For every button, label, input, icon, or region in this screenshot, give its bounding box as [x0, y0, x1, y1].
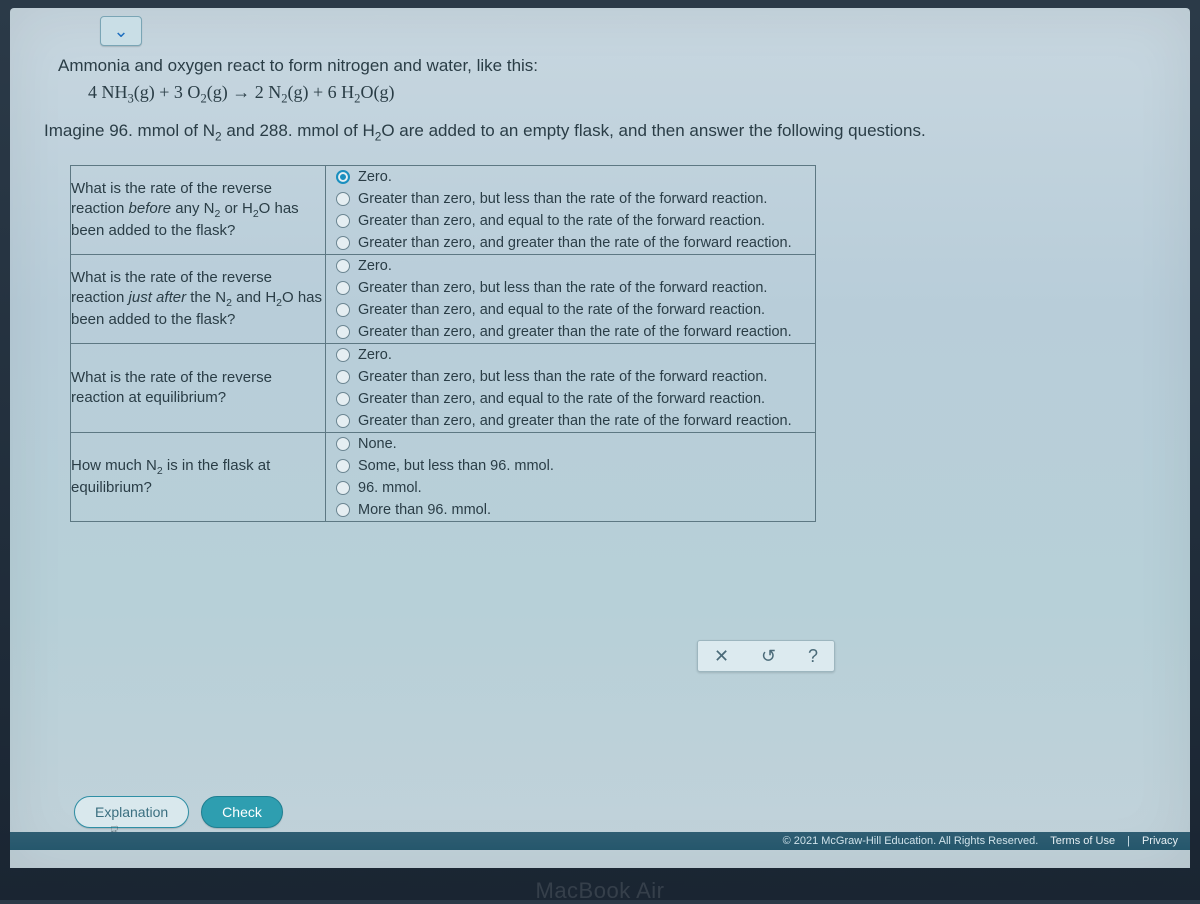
- quiz-screen: ⌄ Ammonia and oxygen react to form nitro…: [10, 8, 1190, 868]
- footer-bar: © 2021 McGraw-Hill Education. All Rights…: [10, 832, 1190, 850]
- option-row[interactable]: Greater than zero, but less than the rat…: [326, 277, 815, 299]
- option-label: Greater than zero, but less than the rat…: [358, 369, 767, 385]
- option-row[interactable]: Greater than zero, and equal to the rate…: [326, 388, 815, 410]
- device-label: MacBook Air: [0, 878, 1200, 904]
- option-row[interactable]: Zero.: [326, 255, 815, 277]
- help-icon[interactable]: ?: [808, 646, 818, 667]
- radio-icon[interactable]: [336, 503, 350, 517]
- utility-bar: ✕ ↺ ?: [697, 640, 835, 672]
- option-row[interactable]: Greater than zero, and equal to the rate…: [326, 210, 815, 232]
- reset-icon[interactable]: ↺: [761, 646, 776, 667]
- privacy-link[interactable]: Privacy: [1142, 835, 1178, 847]
- radio-icon[interactable]: [336, 481, 350, 495]
- table-row: How much N2 is in the flask at equilibri…: [71, 432, 816, 521]
- check-button[interactable]: Check: [201, 796, 283, 828]
- close-icon[interactable]: ✕: [714, 646, 729, 667]
- radio-icon[interactable]: [336, 437, 350, 451]
- option-label: Greater than zero, but less than the rat…: [358, 280, 767, 296]
- option-label: Zero.: [358, 258, 392, 274]
- option-label: None.: [358, 436, 397, 452]
- radio-icon[interactable]: [336, 214, 350, 228]
- radio-icon[interactable]: [336, 192, 350, 206]
- radio-icon[interactable]: [336, 303, 350, 317]
- radio-icon[interactable]: [336, 414, 350, 428]
- option-label: More than 96. mmol.: [358, 502, 491, 518]
- question-cell: How much N2 is in the flask at equilibri…: [71, 432, 326, 521]
- back-button[interactable]: ⌄: [100, 16, 142, 46]
- answers-cell: Zero. Greater than zero, but less than th…: [326, 343, 816, 432]
- explanation-button[interactable]: Explanation: [74, 796, 189, 828]
- option-row[interactable]: Zero.: [326, 344, 815, 366]
- radio-icon[interactable]: [336, 459, 350, 473]
- setup-text: Imagine 96. mmol of N2 and 288. mmol of …: [44, 121, 1160, 143]
- radio-icon[interactable]: [336, 259, 350, 273]
- option-row[interactable]: Greater than zero, but less than the rat…: [326, 366, 815, 388]
- option-label: Greater than zero, and greater than the …: [358, 324, 792, 340]
- option-label: Greater than zero, but less than the rat…: [358, 191, 767, 207]
- radio-icon[interactable]: [336, 325, 350, 339]
- option-label: Greater than zero, and equal to the rate…: [358, 391, 765, 407]
- answers-cell: Zero. Greater than zero, but less than th…: [326, 165, 816, 254]
- option-row[interactable]: Zero.: [326, 166, 815, 188]
- action-row: Explanation Check: [74, 796, 283, 828]
- option-row[interactable]: More than 96. mmol.: [326, 499, 815, 521]
- answers-cell: None. Some, but less than 96. mmol. 96. mm…: [326, 432, 816, 521]
- radio-icon[interactable]: [336, 170, 350, 184]
- equation: 4 NH3(g) + 3 O2(g) → 2 N2(g) + 6 H2O(g): [88, 82, 1160, 107]
- question-cell: What is the rate of the reverse reaction…: [71, 165, 326, 254]
- table-row: What is the rate of the reverse reaction…: [71, 165, 816, 254]
- option-row[interactable]: Greater than zero, and greater than the …: [326, 232, 815, 254]
- answers-cell: Zero. Greater than zero, but less than th…: [326, 254, 816, 343]
- radio-icon[interactable]: [336, 236, 350, 250]
- option-row[interactable]: Greater than zero, but less than the rat…: [326, 188, 815, 210]
- intro-text: Ammonia and oxygen react to form nitroge…: [58, 56, 1160, 76]
- option-label: Greater than zero, and greater than the …: [358, 235, 792, 251]
- radio-icon[interactable]: [336, 370, 350, 384]
- option-label: Greater than zero, and equal to the rate…: [358, 302, 765, 318]
- option-row[interactable]: 96. mmol.: [326, 477, 815, 499]
- chevron-down-icon: ⌄: [113, 21, 128, 42]
- option-row[interactable]: Greater than zero, and equal to the rate…: [326, 299, 815, 321]
- question-cell: What is the rate of the reverse reaction…: [71, 343, 326, 432]
- table-row: What is the rate of the reverse reaction…: [71, 343, 816, 432]
- question-cell: What is the rate of the reverse reaction…: [71, 254, 326, 343]
- radio-icon[interactable]: [336, 281, 350, 295]
- option-label: Greater than zero, and equal to the rate…: [358, 213, 765, 229]
- option-label: Greater than zero, and greater than the …: [358, 413, 792, 429]
- option-row[interactable]: Greater than zero, and greater than the …: [326, 410, 815, 432]
- option-label: Zero.: [358, 169, 392, 185]
- radio-icon[interactable]: [336, 392, 350, 406]
- terms-link[interactable]: Terms of Use: [1050, 835, 1115, 847]
- option-row[interactable]: Some, but less than 96. mmol.: [326, 455, 815, 477]
- option-row[interactable]: Greater than zero, and greater than the …: [326, 321, 815, 343]
- copyright-text: © 2021 McGraw-Hill Education. All Rights…: [783, 835, 1039, 847]
- question-table: What is the rate of the reverse reaction…: [70, 165, 816, 522]
- option-label: 96. mmol.: [358, 480, 422, 496]
- content-area: ⌄ Ammonia and oxygen react to form nitro…: [10, 8, 1190, 522]
- option-label: Zero.: [358, 347, 392, 363]
- question-tbody: What is the rate of the reverse reaction…: [71, 165, 816, 521]
- table-row: What is the rate of the reverse reaction…: [71, 254, 816, 343]
- option-label: Some, but less than 96. mmol.: [358, 458, 554, 474]
- option-row[interactable]: None.: [326, 433, 815, 455]
- radio-icon[interactable]: [336, 348, 350, 362]
